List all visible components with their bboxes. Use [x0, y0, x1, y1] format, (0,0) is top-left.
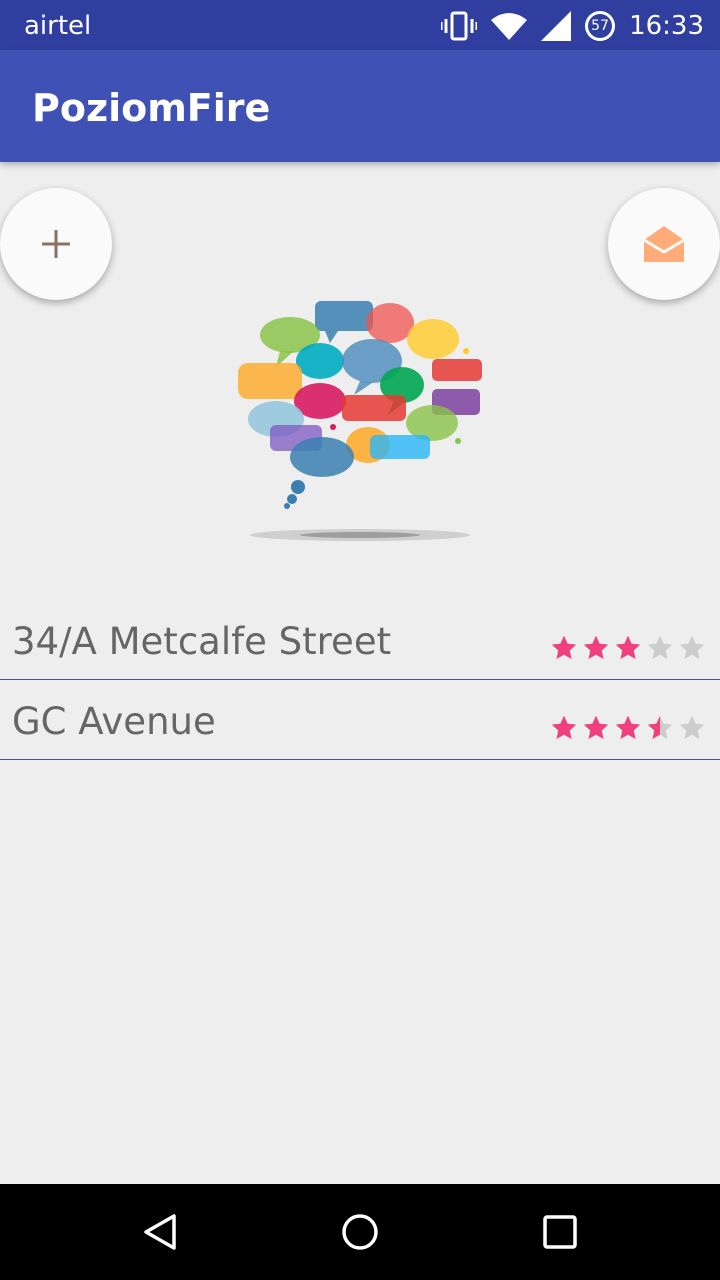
status-bar: airtel 57 16:33 [0, 0, 720, 50]
star-icon [647, 715, 673, 740]
star-icon [615, 635, 641, 660]
carrier-name: airtel [24, 11, 92, 41]
mail-button[interactable] [608, 188, 720, 300]
signal-icon [541, 11, 572, 41]
plus-icon [42, 230, 70, 258]
vibrate-icon [441, 11, 478, 41]
recents-button[interactable] [532, 1204, 588, 1260]
clock: 16:33 [629, 11, 704, 41]
star-icon [551, 715, 577, 740]
wifi-icon [491, 13, 528, 40]
rating-bar [550, 634, 706, 662]
recents-icon [543, 1215, 577, 1249]
back-button[interactable] [132, 1204, 188, 1260]
open-mail-icon [643, 226, 685, 262]
rating-bar [550, 714, 706, 742]
back-icon [144, 1214, 176, 1250]
add-button[interactable] [0, 188, 112, 300]
speech-bubbles-illustration [238, 301, 482, 541]
app-bar: PoziomFire [0, 50, 720, 162]
star-icon [583, 715, 609, 740]
places-list: 34/A Metcalfe Street GC Avenue [0, 600, 720, 760]
list-item[interactable]: 34/A Metcalfe Street [0, 600, 720, 680]
navigation-bar [0, 1184, 720, 1280]
place-name: GC Avenue [12, 700, 216, 743]
star-icon [583, 635, 609, 660]
list-item[interactable]: GC Avenue [0, 680, 720, 760]
star-icon [679, 635, 705, 660]
app-title: PoziomFire [32, 86, 271, 130]
star-icon [551, 635, 577, 660]
star-icon [615, 715, 641, 740]
battery-level: 57 [588, 14, 613, 38]
home-icon [342, 1214, 378, 1250]
status-icons: 57 16:33 [441, 8, 704, 44]
battery-icon: 57 [585, 11, 616, 41]
home-button[interactable] [332, 1204, 388, 1260]
place-name: 34/A Metcalfe Street [12, 620, 392, 663]
star-icon [679, 715, 705, 740]
star-icon [647, 635, 673, 660]
